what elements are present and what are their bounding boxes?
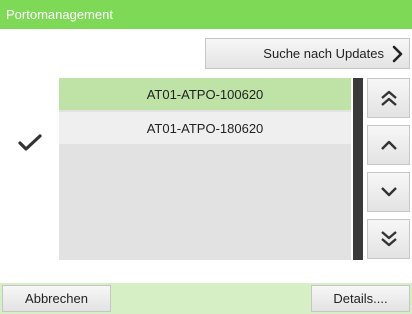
scroll-down-button[interactable] bbox=[367, 172, 410, 212]
details-button[interactable]: Details.... bbox=[311, 285, 410, 312]
list-item[interactable]: AT01-ATPO-100620 bbox=[59, 78, 351, 110]
chevron-up-icon bbox=[380, 139, 398, 151]
tariff-list: AT01-ATPO-100620 AT01-ATPO-180620 bbox=[59, 78, 363, 260]
list-item[interactable]: AT01-ATPO-180620 bbox=[59, 112, 351, 144]
chevron-right-icon bbox=[392, 45, 403, 63]
double-chevron-down-icon bbox=[380, 230, 398, 248]
checkmark-icon bbox=[18, 134, 42, 157]
search-updates-label: Suche nach Updates bbox=[263, 46, 384, 61]
list-scrollbar[interactable] bbox=[353, 78, 363, 260]
list-item-label: AT01-ATPO-100620 bbox=[146, 86, 264, 102]
scroll-bottom-button[interactable] bbox=[367, 219, 410, 259]
cancel-button[interactable]: Abbrechen bbox=[2, 285, 111, 312]
page-title: Portomanagement bbox=[0, 0, 412, 29]
double-chevron-up-icon bbox=[380, 89, 398, 107]
scroll-top-button[interactable] bbox=[367, 78, 410, 118]
list-item-label: AT01-ATPO-180620 bbox=[146, 120, 264, 136]
scroll-up-button[interactable] bbox=[367, 125, 410, 165]
chevron-down-icon bbox=[380, 186, 398, 198]
search-updates-button[interactable]: Suche nach Updates bbox=[205, 38, 410, 69]
screen: Portomanagement Suche nach Updates AT01-… bbox=[0, 0, 412, 314]
tariff-list-area: AT01-ATPO-100620 AT01-ATPO-180620 bbox=[59, 78, 351, 260]
